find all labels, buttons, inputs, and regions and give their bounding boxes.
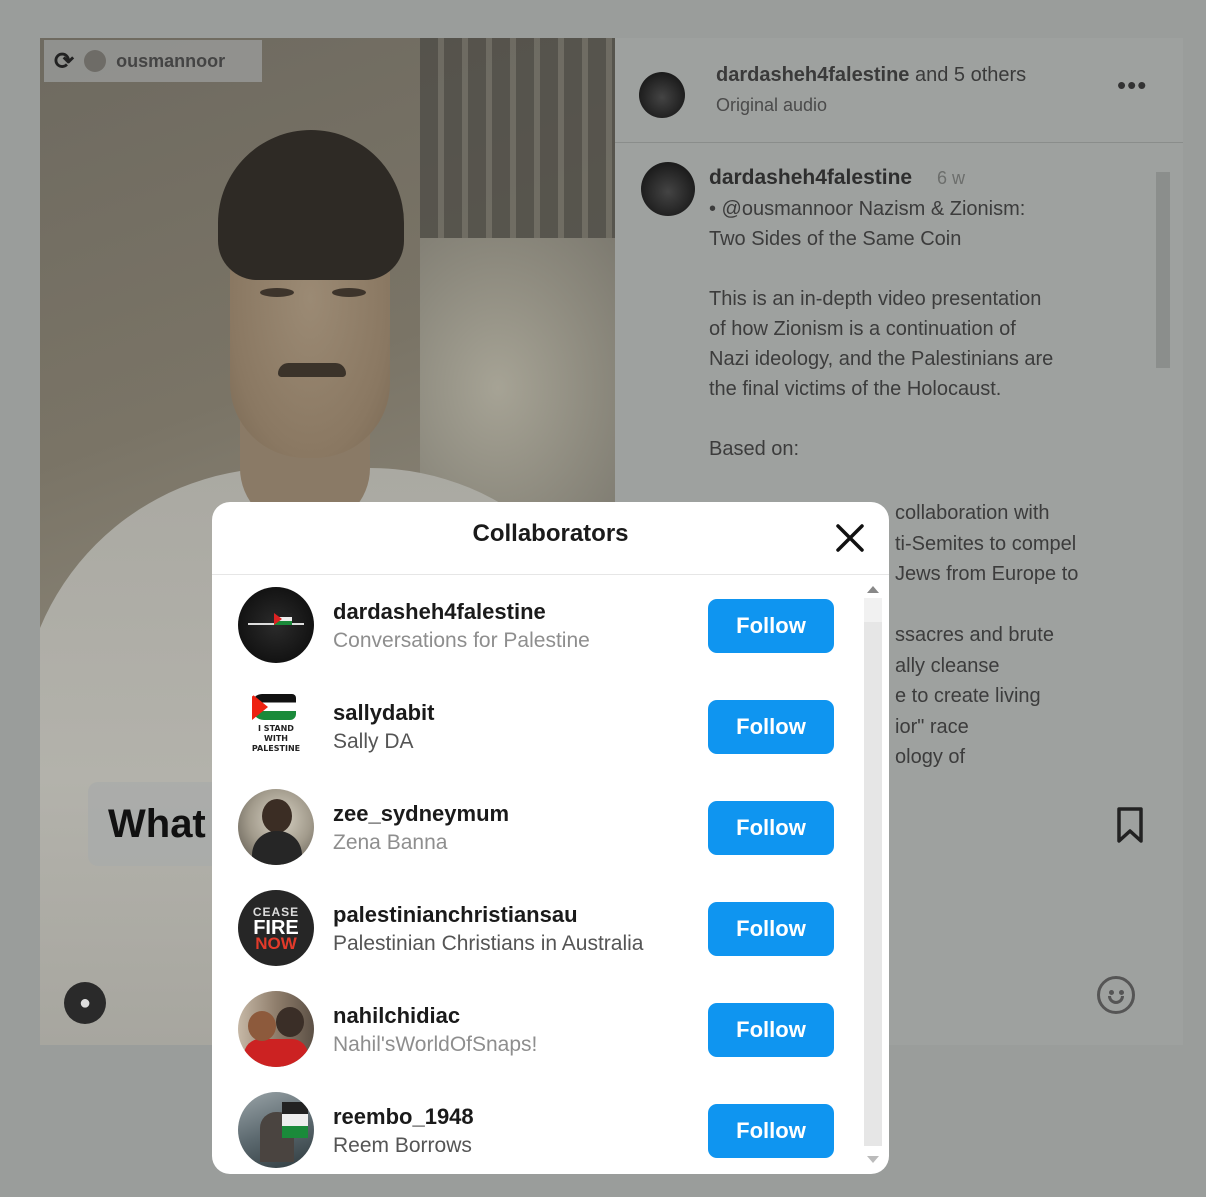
caption-scrollbar-thumb[interactable] [1156, 172, 1170, 368]
caption-line: e to create living [895, 685, 1041, 707]
avatar-person [262, 799, 292, 833]
avatar-person [248, 1011, 276, 1041]
caption-author-avatar[interactable] [641, 162, 695, 216]
collaborator-username[interactable]: dardasheh4falestine [333, 599, 546, 625]
palestine-flag-icon [274, 613, 292, 625]
collaborator-full-name: Sally DA [333, 730, 414, 753]
collaborator-row[interactable]: I STAND WITH PALESTINE sallydabit Sally … [212, 684, 862, 784]
caption-line: ior" race [895, 715, 969, 738]
dialog-divider [212, 574, 889, 575]
collaborator-avatar[interactable]: CEASE FIRE NOW [238, 890, 314, 966]
collaborator-avatar[interactable] [238, 1092, 314, 1168]
collaborator-full-name: Nahil'sWorldOfSnaps! [333, 1033, 538, 1056]
caption-text-behind-modal: collaboration with ti-Semites to compel … [895, 498, 1078, 773]
close-icon[interactable] [830, 518, 870, 558]
dialog-scrollbar-thumb[interactable] [864, 622, 882, 1146]
follow-button[interactable]: Follow [708, 1003, 834, 1057]
audio-label[interactable]: Original audio [716, 95, 827, 116]
palestine-flag-icon [252, 694, 296, 720]
collaborator-full-name: Zena Banna [333, 831, 448, 854]
collaborator-username[interactable]: palestinianchristiansau [333, 902, 578, 928]
video-person-eye [260, 288, 294, 297]
caption-line: ssacres and brute [895, 624, 1054, 646]
dialog-scrollbar[interactable] [862, 578, 884, 1168]
caption-paragraph: This is an in-depth video presentation o… [709, 288, 1054, 400]
follow-button[interactable]: Follow [708, 700, 834, 754]
collaborator-username[interactable]: reembo_1948 [333, 1104, 474, 1130]
collaborator-row[interactable]: nahilchidiac Nahil'sWorldOfSnaps! Follow [212, 987, 862, 1087]
caption-line: ology of [895, 746, 966, 768]
post-title-rest[interactable]: and 5 others [909, 64, 1026, 86]
avatar-person-body [252, 831, 302, 865]
author-avatar[interactable] [639, 72, 685, 118]
caption-paragraph: Based on: [709, 438, 800, 460]
collaborator-full-name: Conversations for Palestine [333, 629, 590, 652]
avatar-shirt [244, 1039, 308, 1067]
collaborator-row[interactable]: CEASE FIRE NOW palestinianchristiansau P… [212, 886, 862, 986]
video-person-eye [332, 288, 366, 297]
emoji-icon[interactable] [1097, 976, 1135, 1014]
scroll-down-arrow-icon[interactable] [867, 1156, 879, 1163]
collaborator-row[interactable]: dardasheh4falestine Conversations for Pa… [212, 583, 862, 683]
avatar-text-line: NOW [255, 934, 297, 953]
palestine-flag-icon [282, 1102, 308, 1138]
collaborator-username[interactable]: sallydabit [333, 700, 434, 726]
caption-author[interactable]: dardasheh4falestine [709, 166, 912, 190]
collaborator-full-name: Palestinian Christians in Australia [333, 932, 644, 955]
follow-button[interactable]: Follow [708, 801, 834, 855]
caption-line: ti-Semites to compel [895, 532, 1077, 555]
collaborator-full-name: Reem Borrows [333, 1134, 472, 1157]
avatar-person [276, 1007, 304, 1037]
collaborator-avatar[interactable] [238, 991, 314, 1067]
remix-username: ousmannoor [116, 50, 226, 71]
follow-button[interactable]: Follow [708, 599, 834, 653]
video-background-window [420, 38, 615, 268]
caption-paragraph: • @ousmannoor Nazism & Zionism: Two Side… [709, 198, 1026, 250]
collaborator-row[interactable]: reembo_1948 Reem Borrows Follow [212, 1088, 862, 1174]
bookmark-icon[interactable] [1115, 806, 1145, 844]
caption-time: 6 w [937, 168, 966, 188]
dialog-title: Collaborators [472, 520, 629, 547]
post-header: dardasheh4falestine and 5 others Origina… [615, 38, 1183, 143]
caption-line: Jews from Europe to [895, 563, 1079, 585]
follow-button[interactable]: Follow [708, 1104, 834, 1158]
video-person-hair [218, 130, 404, 280]
remix-credit[interactable]: ⟳ ousmannoor [44, 40, 262, 82]
collaborators-dialog: Collaborators dardasheh4falestine Conver… [212, 502, 889, 1174]
remix-avatar [84, 50, 107, 72]
tagged-users-button[interactable]: ● [64, 982, 106, 1024]
post-title[interactable]: dardasheh4falestine and 5 others [716, 64, 1026, 87]
caption-line: ally cleanse [895, 654, 1000, 677]
user-icon: ● [78, 991, 92, 1014]
caption-text: • @ousmannoor Nazism & Zionism: Two Side… [709, 194, 1129, 464]
caption-line [895, 590, 1078, 621]
video-person-mustache [278, 363, 346, 377]
collaborator-username[interactable]: nahilchidiac [333, 1003, 460, 1029]
sync-icon: ⟳ [54, 47, 75, 75]
follow-button[interactable]: Follow [708, 902, 834, 956]
emoji-mouth [1108, 996, 1124, 1004]
collaborator-username[interactable]: zee_sydneymum [333, 801, 509, 827]
collaborator-avatar[interactable] [238, 587, 314, 663]
post-title-user[interactable]: dardasheh4falestine [716, 64, 909, 86]
collaborator-avatar[interactable] [238, 789, 314, 865]
scroll-up-arrow-icon[interactable] [867, 586, 879, 593]
collaborator-row[interactable]: zee_sydneymum Zena Banna Follow [212, 785, 862, 885]
caption-line: collaboration with [895, 502, 1050, 524]
more-dots-icon[interactable]: ••• [1117, 70, 1147, 101]
instagram-post-page: ⟳ ousmannoor What ● dardasheh4falestine … [0, 0, 1206, 1197]
avatar-text: I STAND WITH PALESTINE [251, 724, 301, 753]
caption-scrollbar[interactable] [1155, 156, 1171, 776]
collaborator-avatar[interactable]: I STAND WITH PALESTINE [238, 688, 314, 764]
video-caption: What [88, 782, 228, 866]
